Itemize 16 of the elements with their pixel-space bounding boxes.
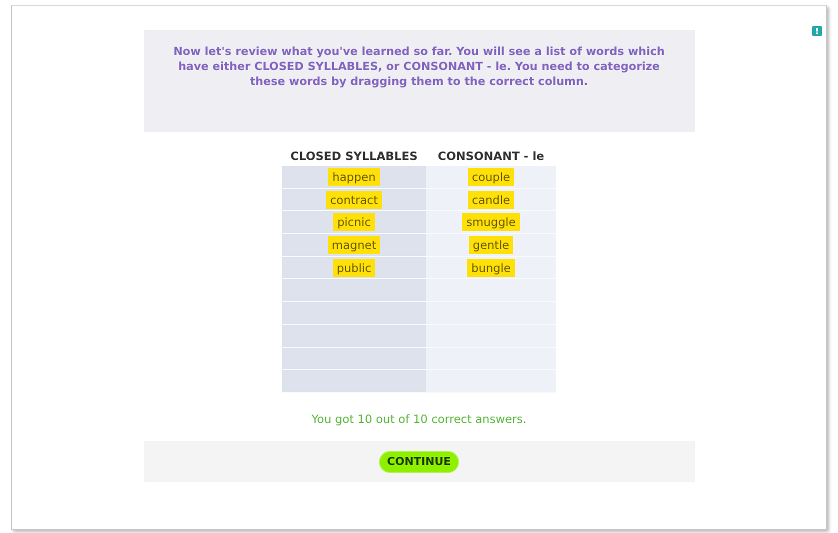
column-heading: CLOSED SYLLABLES [290,148,418,165]
word-tile[interactable]: bungle [467,258,515,277]
result-message: You got 10 out of 10 correct answers. [312,412,526,426]
instructions-text: Now let's review what you've learned so far. You will see a list of words which have either CLOSED SYLLABLES, or CONSONANT - le. You need to categorize these words by dragging them to the correct column. [172,44,666,89]
word-tile[interactable]: picnic [333,213,375,232]
word-tile[interactable]: couple [468,168,514,186]
word-tile[interactable]: contract [326,190,382,209]
word-tile[interactable]: happen [328,168,380,186]
word-tile[interactable]: gentle [468,236,514,254]
help-icon[interactable] [812,26,822,36]
continue-button[interactable]: CONTINUE [379,450,459,473]
word-tile[interactable]: candle [468,190,514,209]
word-tile[interactable]: magnet [328,236,380,254]
word-tile[interactable]: smuggle [462,213,520,232]
word-tile[interactable]: public [332,258,376,277]
column-heading: CONSONANT - le [438,148,544,165]
